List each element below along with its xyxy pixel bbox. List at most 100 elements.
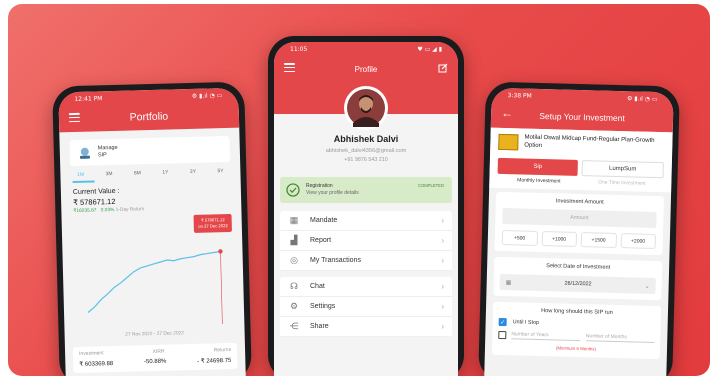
checkbox-checked-icon[interactable]: ✓ bbox=[498, 317, 507, 327]
tab-6m[interactable]: 6M bbox=[134, 170, 141, 176]
status-icons: ⚙ ▮.ıl ◔ ▭ bbox=[626, 94, 658, 103]
chevron-right-icon: › bbox=[441, 236, 444, 245]
menu-label: Share bbox=[310, 323, 329, 330]
registration-status: COMPLETED bbox=[417, 183, 444, 188]
checkbox-unchecked-icon[interactable] bbox=[498, 330, 507, 340]
amount-section: Investment Amount Amount +500 +1000 +150… bbox=[494, 191, 665, 256]
manage-sip-card[interactable]: Manage SIP bbox=[69, 135, 231, 167]
monthly-label: Monthly Investment bbox=[517, 177, 561, 185]
chart-tooltip: ₹ 578671.12 on 27 Dec 2022 bbox=[193, 213, 232, 233]
registration-card[interactable]: Registration View your profile details C… bbox=[280, 177, 452, 203]
phone-profile: 11:05 ♥ ▭ ◢ ▮ Profile Abhishek Dalvi abh… bbox=[268, 36, 464, 376]
amount-title: Investment Amount bbox=[555, 198, 604, 206]
tab-1y[interactable]: 1Y bbox=[162, 170, 168, 176]
menu-group-a: ▦ Mandate › ▟ Report › ◎ My Transactions › bbox=[280, 211, 452, 271]
duration-title: How long should this SIP run bbox=[541, 308, 613, 316]
registration-sub: View your profile details bbox=[306, 190, 359, 196]
status-time: 11:05 bbox=[290, 45, 308, 53]
header-xirr: XIRR bbox=[152, 348, 165, 355]
profile-phone: +91 9876 543 210 bbox=[344, 157, 388, 163]
menu-item-share[interactable]: ⋲ Share › bbox=[280, 317, 452, 337]
menu-icon[interactable] bbox=[68, 112, 81, 123]
quick-amount-button[interactable]: +1500 bbox=[580, 232, 617, 248]
menu-icon[interactable] bbox=[284, 63, 295, 72]
status-time: 12:41 PM bbox=[74, 94, 103, 103]
status-icons: ⚙ ▮.ıl ◔ ▭ bbox=[191, 91, 223, 100]
onetime-label: One Time Investment bbox=[598, 179, 646, 187]
summary-card: Investment XIRR Returns ₹ 603369.88 -50.… bbox=[72, 342, 238, 373]
gear-icon: ⚙ bbox=[289, 301, 299, 311]
menu-item-settings[interactable]: ⚙ Settings › bbox=[280, 297, 452, 317]
quick-amount-button[interactable]: +500 bbox=[501, 229, 538, 246]
months-input[interactable]: Number of Months bbox=[585, 333, 655, 344]
menu-item-mandate[interactable]: ▦ Mandate › bbox=[280, 211, 452, 231]
check-circle-icon bbox=[286, 183, 300, 197]
tab-3y[interactable]: 3Y bbox=[190, 169, 196, 175]
lumpsum-label: LumpSum bbox=[608, 165, 637, 173]
app-bar: ← Setup Your Investment bbox=[491, 102, 674, 133]
xirr-value: -50.88% bbox=[143, 358, 167, 365]
menu-item-report[interactable]: ▟ Report › bbox=[280, 231, 452, 251]
tab-5y[interactable]: 5Y bbox=[217, 168, 223, 174]
profile-name: Abhishek Dalvi bbox=[333, 134, 399, 144]
chevron-right-icon: › bbox=[441, 322, 444, 331]
menu-label: Chat bbox=[310, 283, 325, 290]
quick-amounts: +500 +1000 +1500 +2000 bbox=[501, 229, 657, 250]
app-bar: Profile bbox=[274, 56, 458, 82]
date-picker[interactable]: ▦ 26/12/2022 ⌄ bbox=[499, 273, 656, 295]
chevron-right-icon: › bbox=[441, 302, 444, 311]
sip-tab[interactable]: Sip bbox=[497, 157, 578, 176]
bar-chart-icon: ▟ bbox=[290, 235, 298, 245]
menu-label: Mandate bbox=[310, 217, 338, 224]
page-title: Setup Your Investment bbox=[539, 110, 625, 124]
data-point[interactable] bbox=[218, 248, 223, 254]
investment-value: ₹ 603369.88 bbox=[79, 360, 114, 368]
manage-label: Manage bbox=[97, 144, 118, 152]
status-icons: ♥ ▭ ◢ ▮ bbox=[417, 45, 442, 53]
until-stop-label: Until I Stop bbox=[512, 319, 540, 326]
menu-label: Report bbox=[310, 237, 332, 244]
chart-area: ₹ 578671.12 on 27 Dec 2022 bbox=[70, 213, 237, 337]
chevron-right-icon: › bbox=[441, 216, 444, 225]
phone-invest: 3:38 PM ⚙ ▮.ıl ◔ ▭ ← Setup Your Investme… bbox=[478, 81, 680, 376]
bank-icon: ▦ bbox=[289, 215, 299, 225]
sip-icon bbox=[79, 147, 90, 159]
chevron-right-icon: › bbox=[441, 256, 444, 265]
chevron-right-icon: › bbox=[441, 282, 444, 291]
day-gain: ₹16035.87 bbox=[73, 207, 97, 214]
years-input[interactable]: Number of Years bbox=[511, 331, 580, 342]
sip-label: Sip bbox=[533, 163, 543, 171]
menu-item-chat[interactable]: ☊ Chat › bbox=[280, 277, 452, 297]
fund-name: Motilal Oswal Midcap Fund-Regular Plan-G… bbox=[524, 134, 655, 149]
transactions-icon: ◎ bbox=[290, 255, 298, 265]
fund-logo bbox=[498, 133, 519, 151]
header-investment: Investment bbox=[79, 349, 104, 357]
menu-label: Settings bbox=[310, 303, 336, 310]
registration-title: Registration bbox=[306, 183, 333, 189]
quick-amount-button[interactable]: +1000 bbox=[541, 231, 578, 247]
menu-item-transactions[interactable]: ◎ My Transactions › bbox=[280, 251, 452, 271]
invest-screen: 3:38 PM ⚙ ▮.ıl ◔ ▭ ← Setup Your Investme… bbox=[484, 87, 674, 376]
tab-1m[interactable]: 1M bbox=[77, 172, 84, 178]
lumpsum-tab[interactable]: LumpSum bbox=[581, 160, 664, 179]
amount-placeholder: Amount bbox=[570, 214, 589, 222]
manage-sub: SIP bbox=[97, 152, 107, 159]
duration-section: How long should this SIP run ✓ Until I S… bbox=[491, 301, 662, 360]
period-tabs: 1M 3M 6M 1Y 3Y 5Y bbox=[60, 168, 240, 179]
profile-screen: 11:05 ♥ ▭ ◢ ▮ Profile Abhishek Dalvi abh… bbox=[274, 42, 458, 376]
series-line bbox=[87, 250, 221, 313]
date-title: Select Date of Investment bbox=[546, 263, 611, 271]
quick-amount-button[interactable]: +2000 bbox=[620, 233, 657, 250]
tab-3m[interactable]: 3M bbox=[105, 171, 112, 177]
page-title: Portfolio bbox=[129, 110, 169, 124]
share-icon: ⋲ bbox=[289, 321, 299, 331]
phone-portfolio: 12:41 PM ⚙ ▮.ıl ◔ ▭ Portfolio Manage SIP… bbox=[52, 81, 252, 376]
amount-input[interactable]: Amount bbox=[502, 207, 657, 229]
header-returns: Returns bbox=[213, 346, 232, 353]
tooltip-date: on 27 Dec 2022 bbox=[198, 222, 228, 229]
minimum-note: (Minimum 6 Months) bbox=[555, 345, 597, 352]
app-bar: Portfolio bbox=[59, 102, 240, 133]
portfolio-screen: 12:41 PM ⚙ ▮.ıl ◔ ▭ Portfolio Manage SIP… bbox=[58, 87, 246, 376]
edit-icon[interactable] bbox=[438, 63, 448, 73]
back-arrow-icon[interactable]: ← bbox=[501, 106, 513, 120]
